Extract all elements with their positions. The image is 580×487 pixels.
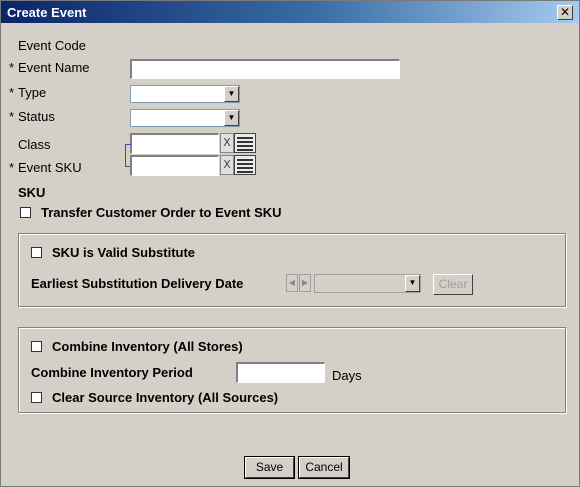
- status-label: Status: [18, 109, 55, 124]
- earliest-date-label: Earliest Substitution Delivery Date: [31, 276, 244, 291]
- valid-substitute-checkbox[interactable]: [31, 247, 42, 258]
- clear-source-label: Clear Source Inventory (All Sources): [52, 390, 279, 405]
- class-input[interactable]: [130, 133, 219, 154]
- type-label: Type: [18, 85, 47, 100]
- clear-date-button[interactable]: Clear: [433, 274, 473, 295]
- cancel-button[interactable]: Cancel: [298, 456, 350, 479]
- required-marker: *: [9, 85, 15, 100]
- required-marker: *: [9, 160, 15, 175]
- next-arrow-icon[interactable]: ▶: [299, 274, 311, 292]
- combine-inventory-checkbox[interactable]: [31, 341, 42, 352]
- class-list-icon[interactable]: [234, 133, 256, 153]
- event-sku-clear-icon[interactable]: X: [220, 155, 234, 175]
- chevron-down-icon[interactable]: ▼: [405, 275, 420, 292]
- required-marker: *: [9, 109, 15, 124]
- event-sku-input[interactable]: [130, 155, 219, 176]
- event-sku-label: Event SKU: [18, 160, 82, 175]
- days-unit-label: Days: [332, 368, 362, 383]
- status-select[interactable]: ▼: [130, 109, 240, 127]
- prev-arrow-icon[interactable]: ◀: [286, 274, 298, 292]
- chevron-down-icon[interactable]: ▼: [224, 110, 239, 126]
- class-label: Class: [18, 137, 51, 152]
- valid-substitute-label: SKU is Valid Substitute: [52, 245, 196, 260]
- combine-period-input[interactable]: [236, 362, 325, 383]
- combine-inventory-label: Combine Inventory (All Stores): [52, 339, 243, 354]
- event-name-input[interactable]: [130, 59, 400, 79]
- transfer-label: Transfer Customer Order to Event SKU: [41, 205, 282, 220]
- earliest-date-select[interactable]: ▼: [314, 274, 421, 293]
- combine-period-label: Combine Inventory Period: [31, 365, 193, 380]
- required-marker: *: [9, 60, 15, 75]
- sku-label: SKU: [18, 185, 46, 200]
- class-clear-icon[interactable]: X: [220, 133, 234, 153]
- close-icon[interactable]: ✕: [557, 5, 573, 20]
- dialog-title: Create Event: [7, 5, 87, 20]
- title-bar: Create Event ✕: [1, 1, 579, 23]
- clear-source-checkbox[interactable]: [31, 392, 42, 403]
- event-sku-list-icon[interactable]: [234, 155, 256, 175]
- type-select[interactable]: ▼: [130, 85, 240, 103]
- chevron-down-icon[interactable]: ▼: [224, 86, 239, 102]
- create-event-dialog: Create Event ✕ Event Code * Event Name *…: [0, 0, 580, 487]
- event-code-label: Event Code: [18, 38, 86, 53]
- save-button[interactable]: Save: [244, 456, 295, 479]
- transfer-checkbox[interactable]: [20, 207, 31, 218]
- event-name-label: Event Name: [18, 60, 90, 75]
